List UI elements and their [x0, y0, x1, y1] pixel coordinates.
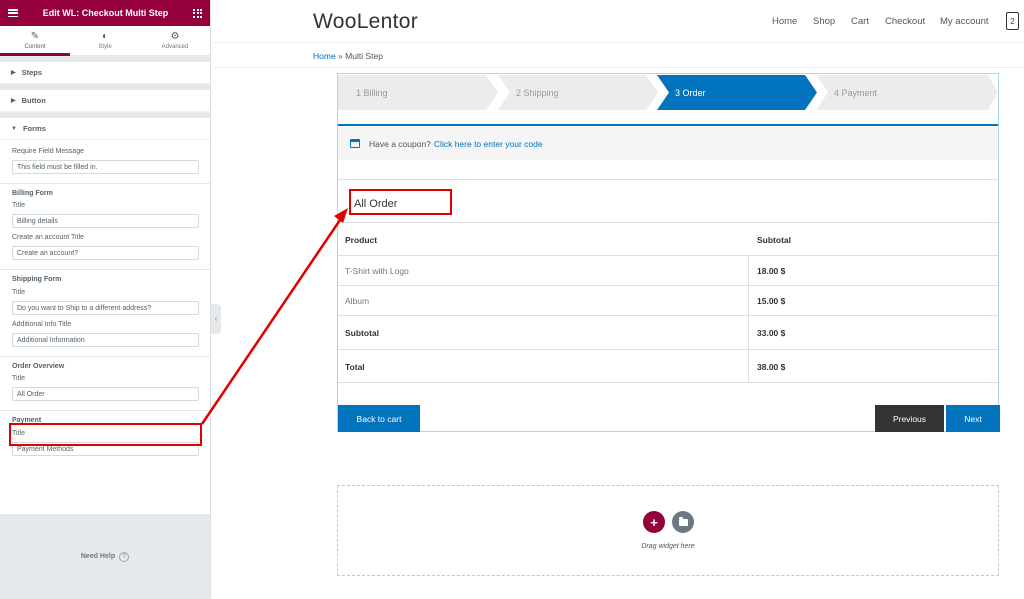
nav-checkout[interactable]: Checkout — [885, 16, 925, 27]
menu-icon[interactable] — [8, 9, 18, 17]
subtotal-row: Subtotal 33.00 $ — [338, 315, 998, 349]
breadcrumb-current: Multi Step — [345, 51, 383, 61]
caret-right-icon: ▶ — [11, 98, 16, 104]
coupon-notice: Have a coupon? Click here to enter your … — [338, 127, 998, 160]
section-button-label: Button — [21, 96, 46, 105]
nav-shop[interactable]: Shop — [813, 16, 835, 27]
section-forms-label: Forms — [22, 124, 46, 133]
drop-area[interactable]: + Drag widget here — [337, 485, 999, 576]
order-overview-title-label: Title — [12, 375, 25, 382]
plus-icon: + — [650, 514, 658, 530]
next-button[interactable]: Next — [946, 405, 1000, 432]
step-shipping[interactable]: 2 Shipping — [516, 75, 559, 110]
subtotal-label: Subtotal — [345, 328, 379, 338]
section-forms[interactable]: ▼ Forms — [0, 118, 210, 140]
section-steps[interactable]: ▶ Steps — [0, 62, 210, 84]
pencil-icon: ✎ — [30, 31, 40, 42]
tab-advanced[interactable]: ⚙ Advanced — [140, 26, 210, 55]
back-to-cart-button[interactable]: Back to cart — [338, 405, 420, 432]
need-help-link[interactable]: Need Help — [81, 553, 115, 560]
table-row: T-Shirt with Logo 18.00 $ — [338, 255, 998, 285]
require-field-input[interactable]: This field must be filled in. — [12, 160, 199, 174]
tab-content-label: Content — [24, 44, 46, 50]
total-value: 38.00 $ — [757, 362, 786, 372]
billing-form-heading: Billing Form — [12, 190, 53, 197]
steps-bar — [338, 75, 998, 110]
coupon-link[interactable]: Click here to enter your code — [434, 139, 543, 149]
widgets-grid-icon[interactable] — [193, 8, 202, 18]
create-account-input[interactable]: Create an account? — [12, 246, 199, 260]
panel-tabs: ✎ Content ◐ Style ⚙ Advanced — [0, 26, 210, 56]
row-product: Album — [345, 296, 370, 306]
breadcrumb-home[interactable]: Home — [313, 51, 336, 61]
table-row: Album 15.00 $ — [338, 285, 998, 315]
cart-count-icon[interactable]: 2 — [1006, 12, 1019, 30]
breadcrumb-separator: » — [338, 51, 343, 61]
create-account-label: Create an account Title — [12, 234, 84, 241]
tab-style-label: Style — [98, 44, 112, 50]
coupon-text: Have a coupon? — [369, 138, 431, 149]
previous-button[interactable]: Previous — [875, 405, 944, 432]
caret-down-icon: ▼ — [11, 125, 17, 132]
additional-info-label: Additional Info Title — [12, 321, 72, 328]
nav-cart[interactable]: Cart — [851, 16, 869, 27]
order-overview-title-input[interactable]: All Order — [12, 387, 199, 401]
step-payment[interactable]: 4 Payment — [834, 75, 877, 110]
tab-advanced-label: Advanced — [161, 44, 189, 50]
step-billing[interactable]: 1 Billing — [356, 75, 388, 110]
calendar-icon — [350, 139, 360, 148]
panel-footer: Need Help ? — [0, 514, 210, 599]
section-button[interactable]: ▶ Button — [0, 90, 210, 112]
tab-style[interactable]: ◐ Style — [70, 26, 140, 55]
highlight-order-overview-input — [9, 423, 202, 446]
step-order[interactable]: 3 Order — [675, 75, 706, 110]
editor-panel: Edit WL: Checkout Multi Step ✎ Content ◐… — [0, 0, 211, 599]
folder-icon — [678, 516, 688, 526]
section-steps-label: Steps — [21, 68, 43, 77]
row-product: T-Shirt with Logo — [345, 266, 409, 276]
panel-collapse-toggle[interactable]: ‹ — [211, 304, 221, 334]
subtotal-value: 33.00 $ — [757, 328, 786, 338]
order-overview-heading: Order Overview — [12, 363, 65, 370]
shipping-form-heading: Shipping Form — [12, 276, 62, 283]
chevron-left-icon: ‹ — [214, 315, 218, 323]
additional-info-input[interactable]: Additional Information — [12, 333, 199, 347]
billing-title-label: Title — [12, 202, 25, 209]
gear-icon: ⚙ — [170, 31, 180, 42]
row-subtotal: 18.00 $ — [757, 266, 786, 276]
add-section-button[interactable]: + — [643, 511, 665, 533]
shipping-title-label: Title — [12, 289, 25, 296]
header-product: Product — [345, 235, 378, 245]
tab-content[interactable]: ✎ Content — [0, 26, 70, 56]
nav-home[interactable]: Home — [772, 16, 797, 27]
row-subtotal: 15.00 $ — [757, 296, 786, 306]
checkout-multistep-widget: 1 Billing 2 Shipping 3 Order 4 Payment H… — [337, 73, 1000, 432]
table-header-row: Product Subtotal — [338, 222, 998, 255]
billing-title-input[interactable]: Billing details — [12, 214, 199, 228]
nav-my-account[interactable]: My account — [940, 16, 989, 27]
require-field-label: Require Field Message — [12, 148, 84, 155]
site-logo[interactable]: WooLentor — [313, 10, 418, 34]
header-subtotal: Subtotal — [757, 235, 791, 245]
total-row: Total 38.00 $ — [338, 349, 998, 383]
drop-hint: Drag widget here — [641, 543, 695, 550]
help-icon[interactable]: ? — [119, 551, 130, 562]
panel-title: Edit WL: Checkout Multi Step — [42, 8, 169, 18]
shipping-title-input[interactable]: Do you want to Ship to a different addre… — [12, 301, 199, 315]
panel-header: Edit WL: Checkout Multi Step — [0, 0, 210, 26]
breadcrumb: Home » Multi Step — [313, 51, 383, 61]
contrast-icon: ◐ — [101, 31, 109, 42]
caret-right-icon: ▶ — [11, 70, 16, 76]
total-label: Total — [345, 362, 365, 372]
template-library-button[interactable] — [672, 511, 694, 533]
highlight-order-title — [349, 189, 452, 215]
